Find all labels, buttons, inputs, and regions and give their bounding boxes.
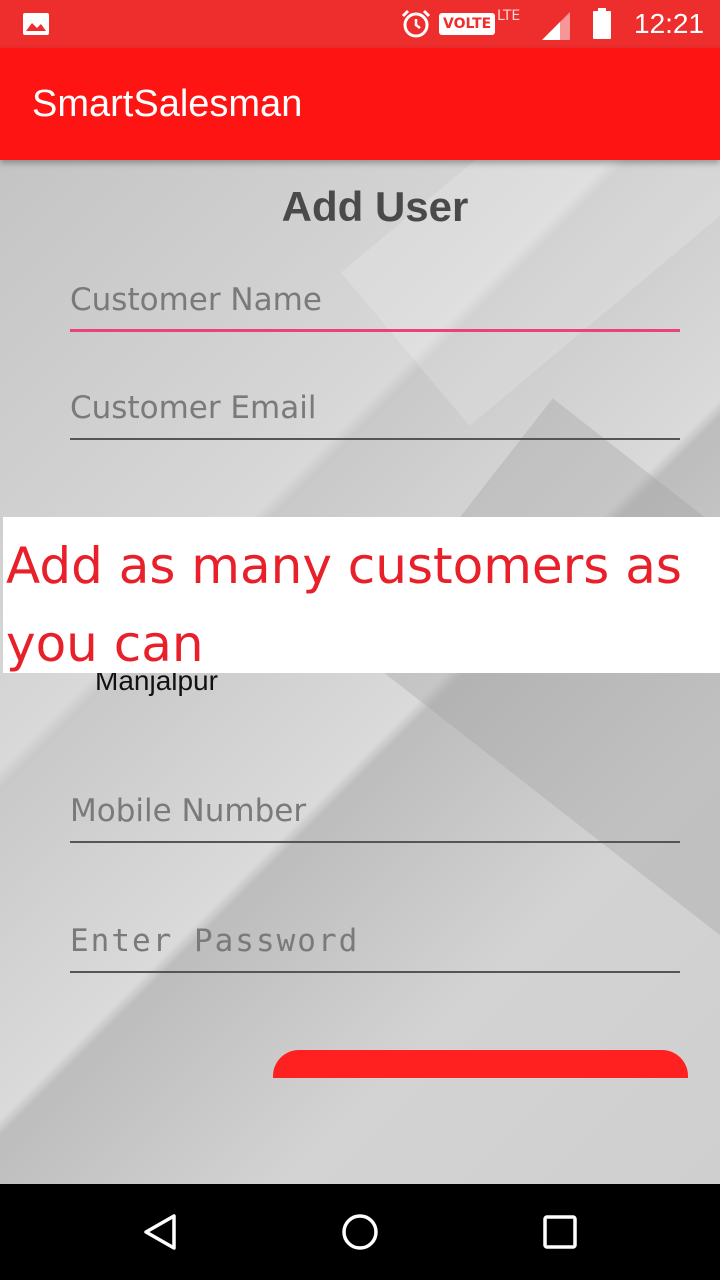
customer-email-field[interactable]: Customer Email: [70, 380, 680, 440]
recents-icon[interactable]: [538, 1210, 582, 1254]
signal-icon: [542, 12, 570, 40]
status-bar: VOLTE LTE 12:21: [0, 0, 720, 48]
field-underline: [70, 971, 680, 973]
lte-indicator: LTE: [497, 8, 521, 24]
caption-text: Add as many customers as you can: [6, 537, 682, 673]
field-underline: [70, 329, 680, 332]
gallery-icon: [23, 13, 49, 35]
background-stripe: [355, 398, 720, 1082]
app-title: SmartSalesman: [32, 83, 303, 125]
password-placeholder: Enter Password: [70, 923, 360, 959]
password-field[interactable]: Enter Password: [70, 913, 680, 973]
field-underline: [70, 438, 680, 440]
customer-email-placeholder: Customer Email: [70, 390, 317, 426]
app-bar: SmartSalesman: [0, 48, 720, 160]
home-icon[interactable]: [338, 1210, 382, 1254]
mobile-number-placeholder: Mobile Number: [70, 793, 307, 829]
submit-button[interactable]: [273, 1050, 688, 1078]
customer-name-field[interactable]: Customer Name: [70, 272, 680, 332]
alarm-icon: [401, 9, 431, 38]
field-underline: [70, 841, 680, 843]
page-title: Add User: [281, 183, 469, 230]
clock: 12:21: [634, 8, 705, 39]
back-icon[interactable]: [138, 1210, 182, 1254]
customer-name-placeholder: Customer Name: [70, 282, 322, 318]
navigation-bar: [0, 1184, 720, 1280]
caption-banner: Add as many customers as you can: [3, 517, 720, 673]
volte-badge: VOLTE: [439, 13, 496, 35]
battery-icon: [593, 8, 611, 39]
mobile-number-field[interactable]: Mobile Number: [70, 783, 680, 843]
